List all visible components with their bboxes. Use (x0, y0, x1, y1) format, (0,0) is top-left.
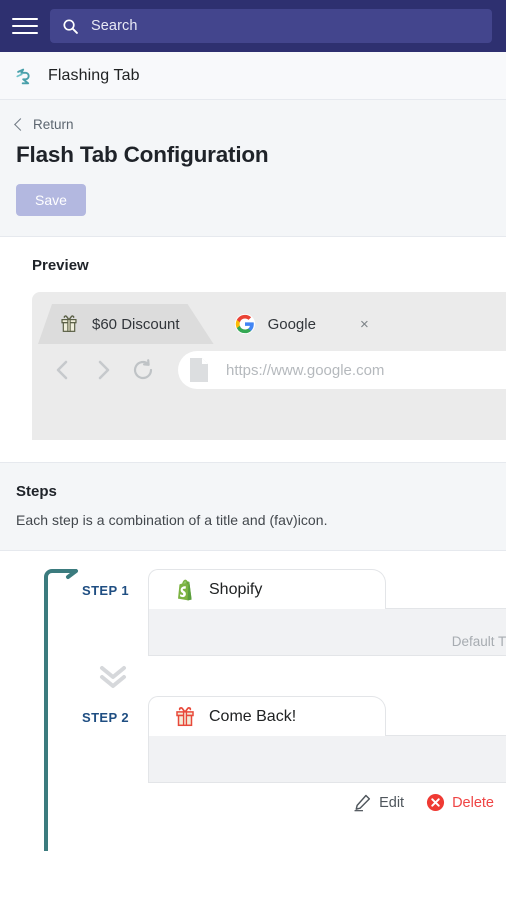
top-app-bar: Search (0, 0, 506, 52)
browser-url-text: https://www.google.com (226, 361, 385, 379)
delete-button[interactable]: Delete (426, 793, 494, 812)
steps-section-title: Steps (16, 483, 57, 500)
flashing-tab-logo-icon (16, 68, 30, 84)
browser-reload-button[interactable] (126, 353, 160, 387)
step-row: STEP 2 Come Back! Edit Delete (0, 696, 506, 812)
step-card[interactable]: Shopify Default Title (148, 569, 506, 656)
search-input[interactable]: Search (50, 9, 492, 43)
search-icon (63, 18, 78, 34)
browser-forward-button[interactable] (86, 353, 120, 387)
step-divider (0, 664, 506, 690)
pencil-icon (354, 794, 371, 812)
browser-tab-close-icon[interactable]: × (360, 316, 369, 333)
return-label: Return (33, 117, 74, 132)
step-card-tab: Come Back! (148, 696, 386, 736)
step-card-title: Come Back! (209, 707, 297, 725)
step-card-body: Default Title (148, 608, 506, 656)
page-document-icon (190, 358, 208, 382)
save-button[interactable]: Save (16, 184, 86, 216)
hamburger-line (12, 18, 38, 20)
page-header: Return Flash Tab Configuration Save (0, 100, 506, 237)
step-label: STEP 2 (82, 710, 129, 725)
steps-header-section: Steps Each step is a combination of a ti… (0, 462, 506, 551)
app-brand-row: Flashing Tab (0, 52, 506, 100)
step-card-tab: Shopify (148, 569, 386, 609)
app-brand-name: Flashing Tab (48, 66, 140, 84)
browser-back-button[interactable] (46, 353, 80, 387)
edit-button[interactable]: Edit (353, 793, 404, 812)
step-card-body (148, 735, 506, 783)
step-card-subtitle: Default Title (451, 634, 506, 649)
edit-label: Edit (379, 794, 405, 811)
hamburger-line (12, 25, 38, 27)
gift-icon (58, 313, 80, 335)
preview-section-title: Preview (32, 257, 89, 274)
preview-section: Preview $60 Discount Google × https://ww… (0, 237, 506, 462)
browser-tab-strip: $60 Discount Google × (32, 302, 506, 344)
page-title: Flash Tab Configuration (16, 142, 269, 167)
browser-tab-google[interactable]: Google × (214, 304, 391, 344)
browser-nav-strip: https://www.google.com (32, 344, 506, 396)
google-g-icon (234, 313, 255, 335)
steps-list: STEP 1 Shopify Default Title (0, 551, 506, 851)
browser-tab-label: Google (267, 315, 316, 333)
steps-section-description: Each step is a combination of a title an… (16, 512, 328, 528)
delete-label: Delete (452, 794, 494, 811)
gift-red-icon (176, 706, 194, 726)
hamburger-line (12, 32, 38, 34)
chevron-right-nav-icon (98, 360, 110, 380)
step-card[interactable]: Come Back! Edit Delete (148, 696, 506, 812)
step-actions: Edit Delete (148, 783, 506, 812)
chevron-left-nav-icon (56, 360, 68, 380)
step-row: STEP 1 Shopify Default Title (0, 569, 506, 656)
search-placeholder: Search (91, 18, 138, 34)
step-card-title: Shopify (209, 580, 263, 598)
chevron-double-down-icon (100, 666, 126, 688)
delete-circle-x-icon (427, 793, 445, 812)
chevron-left-icon (14, 118, 27, 131)
browser-tab-discount[interactable]: $60 Discount (38, 304, 214, 344)
reload-icon (133, 359, 153, 380)
browser-tab-label: $60 Discount (92, 315, 180, 333)
browser-preview-mock: $60 Discount Google × https://www.google… (32, 292, 506, 440)
step-label: STEP 1 (82, 583, 129, 598)
hamburger-menu-icon[interactable] (12, 13, 38, 39)
return-link[interactable]: Return (14, 117, 74, 132)
shopify-icon (178, 579, 192, 600)
browser-url-input[interactable]: https://www.google.com (178, 351, 506, 389)
